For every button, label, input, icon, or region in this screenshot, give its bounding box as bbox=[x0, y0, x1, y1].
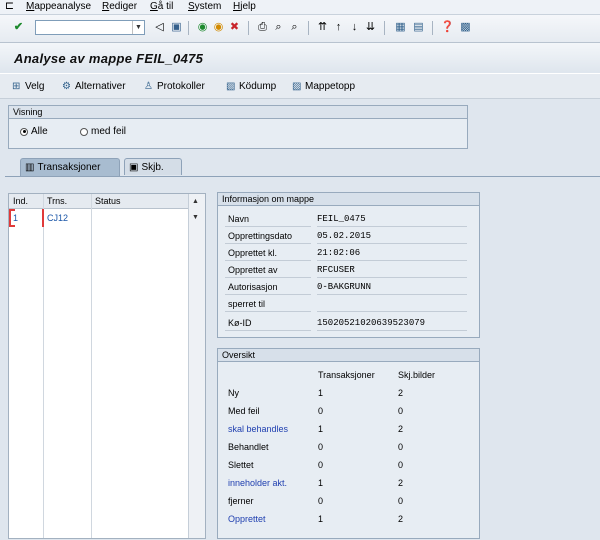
queue-dump-icon: ▧ bbox=[226, 81, 236, 92]
new-session-icon[interactable]: ▦ bbox=[394, 21, 407, 34]
column-header-skj-bilder: Skj.bilder bbox=[398, 370, 436, 380]
vertical-scrollbar[interactable]: ▲ ▼ bbox=[188, 194, 205, 538]
save-icon[interactable]: ▣ bbox=[170, 21, 183, 34]
chevron-down-icon[interactable]: ▼ bbox=[132, 21, 144, 34]
layout-menu-icon[interactable]: ▩ bbox=[459, 21, 472, 34]
menu-mappeanalyse[interactable]: Mappeanalyse bbox=[26, 1, 91, 12]
find-next-icon[interactable]: ⌕ bbox=[288, 21, 301, 34]
first-page-icon[interactable]: ⇈ bbox=[316, 21, 329, 34]
info-row-opprettet-av: Opprettet av RFCUSER bbox=[225, 262, 473, 279]
back-arrow-icon[interactable]: ◁ bbox=[153, 21, 166, 34]
scroll-up-icon[interactable]: ▲ bbox=[192, 198, 199, 205]
cancel-icon[interactable]: ✖ bbox=[228, 21, 241, 34]
info-row-navn: Navn FEIL_0475 bbox=[225, 211, 473, 228]
shortcut-icon[interactable]: ▤ bbox=[412, 21, 425, 34]
folder-top-icon: ▨ bbox=[292, 81, 302, 92]
print-icon[interactable]: ⎙ bbox=[256, 21, 269, 34]
column-header-status[interactable]: Status bbox=[95, 196, 121, 206]
last-page-icon[interactable]: ⇊ bbox=[364, 21, 377, 34]
column-header-ind[interactable]: Ind. bbox=[13, 196, 28, 206]
tab-skjb[interactable]: ▣ Skjb. bbox=[124, 158, 182, 175]
oversikt-panel: Oversikt Transaksjoner Skj.bilder Ny 1 2… bbox=[217, 348, 480, 539]
table-icon: ▥ bbox=[25, 162, 35, 173]
oversikt-row-ny: Ny 1 2 bbox=[228, 388, 404, 398]
title-bar: Analyse av mappe FEIL_0475 bbox=[0, 43, 600, 72]
menu-bar: ⊏ Mappeanalyse Rediger Gå til System Hje… bbox=[0, 0, 600, 15]
column-header-trns[interactable]: Trns. bbox=[47, 196, 67, 206]
standard-toolbar: ✔ ▼ ◁ ▣ ◉ ◉ ✖ ⎙ ⌕ ⌕ ⇈ ↑ ↓ ⇊ ▦ ▤ ❓ ▩ bbox=[0, 15, 600, 43]
next-page-icon[interactable]: ↓ bbox=[348, 21, 361, 34]
radio-selected-icon bbox=[20, 127, 28, 136]
table-row-trns[interactable]: CJ12 bbox=[47, 213, 68, 223]
back-icon[interactable]: ◉ bbox=[196, 21, 209, 34]
oversikt-row-med-feil: Med feil 0 0 bbox=[228, 406, 404, 416]
menu-icon[interactable]: ⊏ bbox=[3, 0, 16, 13]
help-icon[interactable]: ❓ bbox=[441, 21, 455, 34]
velg-button[interactable]: ⊞ Velg bbox=[12, 80, 44, 93]
protokoller-button[interactable]: ♙ Protokoller bbox=[144, 80, 205, 93]
oversikt-row-behandlet: Behandlet 0 0 bbox=[228, 442, 404, 452]
info-row-ko-id: Kø-ID 15020521020639523079 bbox=[225, 315, 473, 332]
alternativer-button[interactable]: ⚙ Alternativer bbox=[62, 80, 126, 93]
command-field[interactable]: ▼ bbox=[35, 20, 145, 35]
scroll-down-icon[interactable]: ▼ bbox=[192, 214, 199, 221]
info-row-opprettet-kl: Opprettet kl. 21:02:06 bbox=[225, 245, 473, 262]
info-row-sperret-til: sperret til bbox=[225, 296, 473, 313]
oversikt-row-skal-behandles[interactable]: skal behandles 1 2 bbox=[228, 422, 468, 439]
grid-header: Ind. Trns. Status bbox=[9, 194, 189, 209]
options-icon: ⚙ bbox=[62, 81, 71, 92]
oversikt-row-slettet: Slettet 0 0 bbox=[228, 460, 404, 470]
table-row-ind[interactable]: 1 bbox=[13, 213, 18, 223]
previous-page-icon[interactable]: ↑ bbox=[332, 21, 345, 34]
oversikt-row-inneholder-akt[interactable]: inneholder akt. 1 2 bbox=[228, 476, 468, 493]
radio-alle[interactable]: Alle bbox=[20, 126, 48, 137]
mappetopp-button[interactable]: ▨ Mappetopp bbox=[292, 80, 355, 93]
menu-system[interactable]: System bbox=[188, 1, 221, 12]
info-panel: Informasjon om mappe Navn FEIL_0475 Oppr… bbox=[217, 192, 480, 338]
oversikt-row-opprettet[interactable]: Opprettet 1 2 bbox=[228, 512, 468, 529]
transactions-grid: Ind. Trns. Status 1 CJ12 ▲ ▼ bbox=[8, 193, 206, 539]
find-icon[interactable]: ⌕ bbox=[272, 21, 285, 34]
tab-transaksjoner[interactable]: ▥ Transaksjoner bbox=[20, 158, 120, 176]
toolbar-separator bbox=[432, 21, 433, 35]
column-divider bbox=[91, 194, 92, 538]
visning-title: Visning bbox=[9, 106, 467, 119]
toolbar-separator bbox=[308, 21, 309, 35]
page-title: Analyse av mappe FEIL_0475 bbox=[14, 51, 204, 66]
menu-hjelp[interactable]: Hjelp bbox=[233, 1, 256, 12]
radio-unselected-icon bbox=[80, 127, 88, 136]
info-row-autorisasjon: Autorisasjon 0-BAKGRUNN bbox=[225, 279, 473, 296]
exit-icon[interactable]: ◉ bbox=[212, 21, 225, 34]
enter-check-icon[interactable]: ✔ bbox=[12, 21, 25, 34]
menu-rediger[interactable]: Rediger bbox=[102, 1, 137, 12]
person-icon: ♙ bbox=[144, 81, 153, 92]
kodump-button[interactable]: ▧ Ködump bbox=[226, 80, 276, 93]
toolbar-separator bbox=[188, 21, 189, 35]
application-toolbar: ⊞ Velg ⚙ Alternativer ♙ Protokoller ▧ Kö… bbox=[0, 73, 600, 99]
info-panel-title: Informasjon om mappe bbox=[218, 193, 479, 206]
select-icon: ⊞ bbox=[12, 81, 21, 92]
toolbar-separator bbox=[248, 21, 249, 35]
column-header-transaksjoner: Transaksjoner bbox=[318, 370, 375, 380]
visning-group: Visning Alle med feil bbox=[8, 105, 468, 149]
oversikt-panel-title: Oversikt bbox=[218, 349, 479, 362]
toolbar-separator bbox=[384, 21, 385, 35]
screen-icon: ▣ bbox=[129, 161, 139, 173]
info-row-opprettingsdato: Opprettingsdato 05.02.2015 bbox=[225, 228, 473, 245]
radio-med-feil[interactable]: med feil bbox=[80, 126, 126, 137]
column-divider bbox=[43, 194, 44, 538]
menu-gaa-til[interactable]: Gå til bbox=[150, 1, 173, 12]
oversikt-row-fjerner: fjerner 0 0 bbox=[228, 496, 404, 506]
